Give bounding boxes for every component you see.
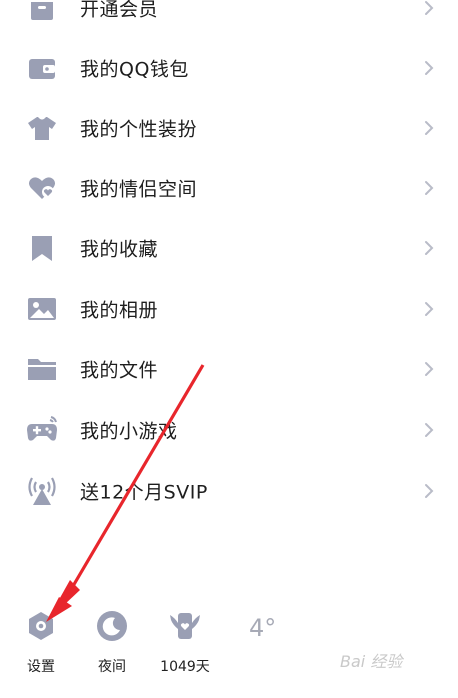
bookmark-icon — [26, 232, 58, 264]
gamepad-icon — [26, 414, 58, 446]
broadcast-icon — [26, 475, 58, 507]
menu-item-label: 开通会员 — [80, 0, 159, 21]
menu-item-favorites[interactable]: 我的收藏 — [0, 218, 458, 278]
menu-item-label: 我的情侣空间 — [80, 178, 198, 201]
settings-label: 设置 — [27, 659, 55, 675]
menu-item-label: 我的QQ钱包 — [80, 58, 189, 81]
menu-item-label: 送12个月SVIP — [80, 481, 208, 504]
chevron-right-icon — [424, 0, 434, 16]
menu-item-label: 我的收藏 — [80, 238, 159, 261]
menu-item-personal-style[interactable]: 我的个性装扮 — [0, 98, 458, 158]
shirt-icon — [26, 112, 58, 144]
menu-item-album[interactable]: 我的相册 — [0, 279, 458, 339]
chevron-right-icon — [424, 240, 434, 256]
heart-icon — [26, 172, 58, 204]
winged-phone-icon — [169, 610, 201, 642]
settings-button[interactable]: 设置 — [11, 610, 71, 676]
menu-item-label: 我的文件 — [80, 359, 159, 382]
menu-item-label: 我的相册 — [80, 299, 159, 322]
chevron-right-icon — [424, 120, 434, 136]
weather-temperature[interactable]: 4° — [249, 614, 276, 642]
baidu-watermark: Bai 经验 — [340, 652, 403, 671]
moon-icon — [96, 610, 128, 642]
chevron-right-icon — [424, 361, 434, 377]
qq-days-button[interactable]: 1049天 — [155, 610, 215, 676]
chevron-right-icon — [424, 301, 434, 317]
menu-item-label: 我的个性装扮 — [80, 118, 198, 141]
night-mode-label: 夜间 — [98, 659, 126, 675]
menu-item-label: 我的小游戏 — [80, 420, 178, 443]
menu-item-files[interactable]: 我的文件 — [0, 339, 458, 399]
menu-item-svip-gift[interactable]: 送12个月SVIP — [0, 461, 458, 521]
chevron-right-icon — [424, 180, 434, 196]
settings-icon — [25, 610, 57, 642]
chevron-right-icon — [424, 483, 434, 499]
menu-item-qq-wallet[interactable]: 我的QQ钱包 — [0, 38, 458, 98]
photo-icon — [26, 293, 58, 325]
qq-days-label: 1049天 — [160, 659, 210, 675]
wallet-icon — [26, 52, 58, 84]
night-mode-button[interactable]: 夜间 — [82, 610, 142, 676]
vip-icon — [26, 0, 58, 24]
chevron-right-icon — [424, 422, 434, 438]
chevron-right-icon — [424, 60, 434, 76]
menu-item-vip[interactable]: 开通会员 — [0, 0, 458, 38]
menu-item-couple-space[interactable]: 我的情侣空间 — [0, 158, 458, 218]
folder-icon — [26, 353, 58, 385]
menu-item-mini-games[interactable]: 我的小游戏 — [0, 400, 458, 460]
